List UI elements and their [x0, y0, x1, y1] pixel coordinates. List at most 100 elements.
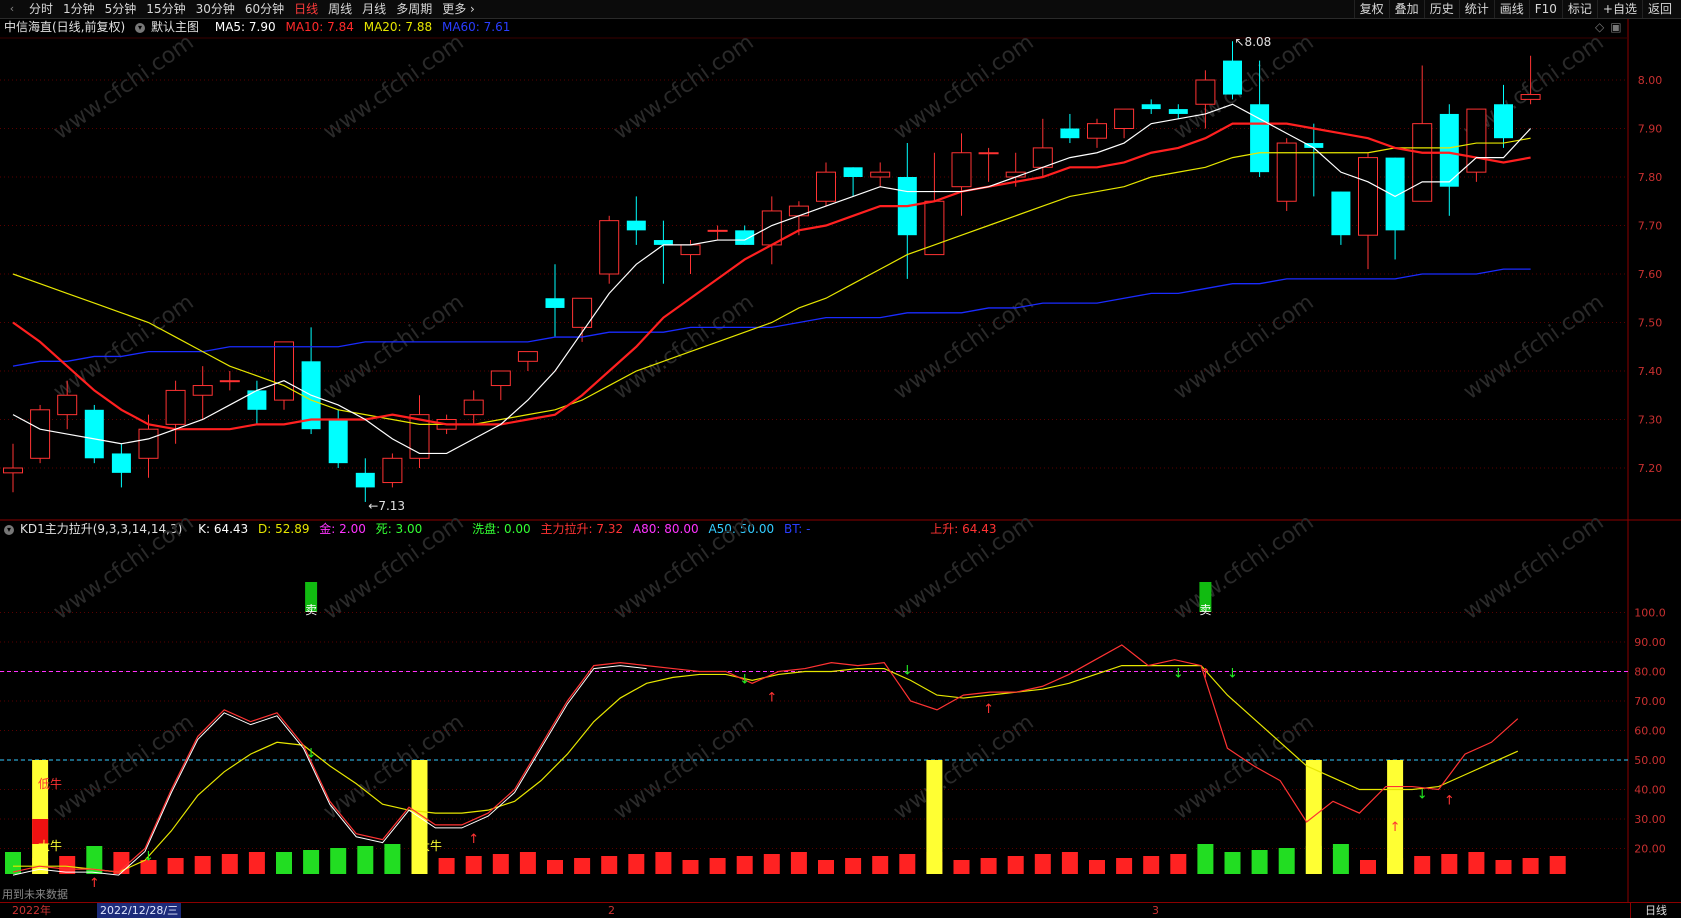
- signal-bar: [303, 850, 320, 874]
- candle-body-up: [1195, 79, 1216, 105]
- candle-body-up: [978, 152, 999, 155]
- kd-arrow-down: ↓: [902, 664, 913, 679]
- candle-body-up: [463, 399, 484, 416]
- signal-bar: [1495, 860, 1512, 874]
- signal-bar: [1116, 858, 1133, 874]
- candle-body-up: [1412, 123, 1433, 202]
- candlestick-chart[interactable]: 8.00 7.90 7.80 7.70 7.60 7.50 7.40 7.30 7.20 www.…: [0, 0, 1681, 917]
- ma20-line: [12, 137, 1531, 425]
- kd-arrow-up: ↑: [766, 690, 777, 705]
- candle-body-up: [219, 380, 240, 383]
- watermark-text: www.cfchi.com: [889, 510, 1038, 625]
- future-data-warning: 用到未来数据: [2, 888, 68, 901]
- sub-tick-label: 80.00: [1634, 666, 1666, 679]
- watermark-text: www.cfchi.com: [319, 290, 468, 405]
- watermark-text: www.cfchi.com: [49, 710, 198, 825]
- candle-body-up: [1087, 123, 1107, 139]
- low-price-label: ←7.13: [368, 499, 405, 513]
- watermark-text: www.cfchi.com: [609, 290, 758, 405]
- pull-up-column: [1387, 760, 1404, 874]
- candle-body-up: [57, 394, 78, 416]
- period-button[interactable]: 日线: [1630, 902, 1681, 918]
- candle-body-down: [545, 298, 565, 308]
- signal-bar: [1549, 856, 1566, 874]
- candle-body-down: [328, 419, 348, 464]
- sub-tick-label: 30.00: [1634, 813, 1666, 826]
- signal-bar: [1007, 856, 1024, 874]
- k-line-red: [12, 644, 1519, 873]
- candle-body-down: [735, 230, 755, 245]
- watermark-text: www.cfchi.com: [49, 510, 198, 625]
- signal-bar: [1170, 854, 1187, 874]
- month-label-3: 3: [1152, 904, 1159, 917]
- price-tick-label: 7.40: [1638, 365, 1663, 378]
- candle-body-down: [1141, 104, 1161, 110]
- signal-bar: [221, 854, 238, 874]
- candle-body-up: [599, 220, 620, 275]
- signal-bar: [682, 860, 699, 874]
- signal-bar: [438, 858, 455, 874]
- kd-arrow-down: ↓: [739, 673, 750, 688]
- sub-tick-label: 20.00: [1634, 843, 1666, 856]
- signal-bar: [384, 844, 401, 874]
- price-tick-label: 7.30: [1638, 414, 1663, 427]
- watermark-text: www.cfchi.com: [609, 510, 758, 625]
- kd-arrow-up: ↑: [1390, 820, 1401, 835]
- candle-body-down: [111, 453, 131, 473]
- signal-bar: [1034, 854, 1051, 874]
- candle-body-up: [165, 389, 186, 425]
- high-price-label: ↖8.08: [1235, 35, 1272, 49]
- candle-body-up: [1114, 108, 1135, 129]
- candle-body-up: [870, 171, 891, 178]
- kd-arrow-up: ↑: [1444, 794, 1455, 809]
- candle-body-up: [3, 467, 23, 474]
- signal-bar: [248, 852, 265, 874]
- signal-bar: [357, 846, 374, 874]
- signal-bar: [1061, 852, 1078, 874]
- candle-body-up: [924, 200, 945, 256]
- kd-arrow-down: ↓: [1227, 667, 1238, 682]
- kd-arrow-down: ↓: [143, 850, 154, 865]
- signal-bar: [1089, 860, 1105, 874]
- candle-body-down: [1223, 60, 1242, 95]
- signal-bar: [1360, 860, 1376, 874]
- buy-label-1: 低牛: [38, 776, 62, 791]
- sub-tick-label: 40.00: [1634, 784, 1666, 797]
- signal-bar: [1468, 852, 1485, 874]
- watermark-text: www.cfchi.com: [1169, 290, 1318, 405]
- candle-body-up: [707, 229, 728, 232]
- candle-body-down: [1385, 157, 1405, 231]
- signal-bar: [872, 856, 889, 874]
- signal-bar: [1441, 854, 1458, 874]
- signal-bar: [194, 856, 211, 874]
- signal-bar: [1332, 844, 1349, 874]
- candle-body-down: [1168, 109, 1188, 114]
- candle-body-up: [274, 341, 294, 401]
- sub-tick-label: 100.0: [1634, 607, 1666, 620]
- candle-body-up: [680, 244, 701, 256]
- signal-bar: [736, 856, 753, 874]
- watermark-text: www.cfchi.com: [319, 710, 468, 825]
- watermark-text: www.cfchi.com: [49, 30, 198, 145]
- watermark-text: www.cfchi.com: [1169, 510, 1318, 625]
- candle-body-up: [816, 171, 836, 202]
- watermark-text: www.cfchi.com: [319, 30, 468, 145]
- watermark-text: www.cfchi.com: [609, 710, 758, 825]
- candle-body-up: [30, 409, 51, 459]
- pull-up-column: [926, 760, 943, 874]
- price-tick-label: 7.60: [1638, 268, 1663, 281]
- watermark-text: www.cfchi.com: [1459, 290, 1608, 405]
- signal-bar: [845, 858, 862, 874]
- kd-arrow-up: ↑: [1200, 667, 1211, 682]
- kd-arrow-up: ↑: [468, 832, 479, 847]
- signal-bar: [1278, 848, 1295, 874]
- watermark-text: www.cfchi.com: [609, 30, 758, 145]
- signal-bar: [628, 854, 645, 874]
- candle-body-up: [192, 385, 213, 396]
- signal-bar: [1143, 856, 1160, 874]
- signal-bar: [574, 858, 591, 874]
- signal-bar: [465, 856, 482, 874]
- cursor-date: 2022/12/28/三: [97, 903, 182, 918]
- kd-arrow-down: ↓: [1173, 667, 1184, 682]
- signal-bar: [492, 854, 509, 874]
